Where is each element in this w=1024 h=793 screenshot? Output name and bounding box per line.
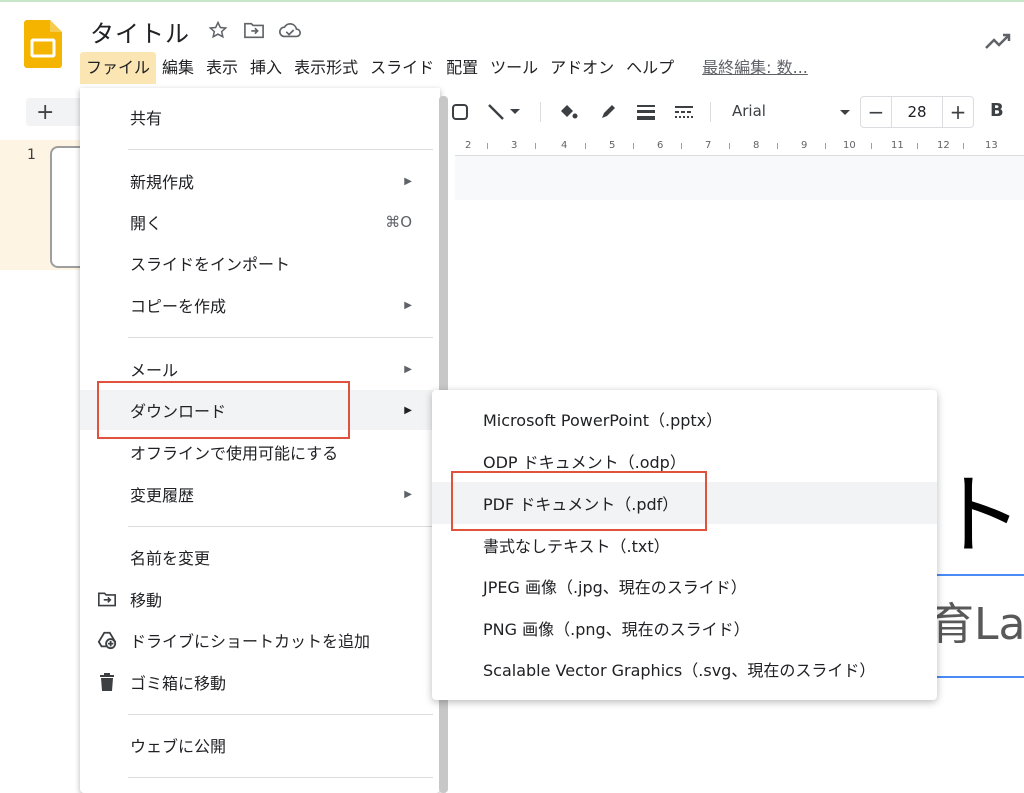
menu-item-rename[interactable]: 名前を変更 [80, 537, 440, 577]
menu-arrange[interactable]: 配置 [440, 52, 484, 84]
cloud-saved-icon[interactable] [278, 18, 302, 42]
menu-item-new[interactable]: 新規作成 ▶ [80, 161, 440, 201]
line-dropdown-icon[interactable] [508, 100, 522, 124]
document-title[interactable]: タイトル [90, 14, 190, 49]
line-icon[interactable] [484, 100, 508, 124]
plus-icon: + [36, 99, 55, 125]
menu-item-trash[interactable]: ゴミ箱に移動 [80, 662, 440, 702]
drive-shortcut-icon [97, 630, 117, 650]
font-size-input[interactable]: 28 [891, 97, 943, 127]
download-svg[interactable]: Scalable Vector Graphics（.svg、現在のスライド） [432, 648, 937, 690]
ruler-label: 6 [657, 140, 664, 151]
menu-item-share[interactable]: 共有 [80, 97, 440, 137]
ruler-label: 8 [753, 140, 760, 151]
slides-logo-icon[interactable] [24, 20, 62, 68]
menu-item-import-slides[interactable]: スライドをインポート [80, 243, 440, 283]
font-family-select[interactable]: Arial [722, 96, 850, 126]
ruler-label: 9 [801, 140, 808, 151]
last-edit-link[interactable]: 最終編集: 数... [696, 52, 814, 84]
ruler-label: 13 [985, 140, 998, 151]
menu-format[interactable]: 表示形式 [288, 52, 364, 84]
fill-color-icon[interactable] [556, 100, 580, 124]
font-family-value: Arial [732, 102, 766, 120]
menu-bar: ファイル 編集 表示 挿入 表示形式 スライド 配置 ツール アドオン ヘルプ … [80, 52, 814, 84]
menu-item-make-copy[interactable]: コピーを作成 ▶ [80, 285, 440, 325]
slide-title-text[interactable]: ト [935, 445, 1023, 572]
download-pptx[interactable]: Microsoft PowerPoint（.pptx） [432, 398, 937, 440]
submenu-arrow-icon: ▶ [404, 363, 412, 375]
top-accent-line [0, 0, 1024, 2]
move-folder-icon [97, 589, 117, 609]
menu-tools[interactable]: ツール [484, 52, 544, 84]
file-menu: 共有 新規作成 ▶ 開く ⌘O スライドをインポート コピーを作成 ▶ メール ▶ ダウ… [80, 88, 440, 793]
menu-insert[interactable]: 挿入 [244, 52, 288, 84]
new-slide-button[interactable]: + [26, 98, 84, 126]
slide-subtitle-text[interactable]: 育La [930, 588, 1024, 652]
shape-icon[interactable] [448, 100, 472, 124]
menu-item-add-shortcut[interactable]: ドライブにショートカットを追加 [80, 620, 440, 660]
font-size-stepper: − 28 + [860, 96, 974, 128]
download-png[interactable]: PNG 画像（.png、現在のスライド） [432, 607, 937, 649]
bold-button[interactable]: B [990, 100, 1004, 121]
menu-file[interactable]: ファイル [80, 52, 157, 84]
download-jpg[interactable]: JPEG 画像（.jpg、現在のスライド） [432, 565, 937, 607]
download-annotation-box [97, 381, 350, 439]
submenu-arrow-icon: ▶ [404, 404, 412, 416]
ruler-label: 3 [511, 140, 518, 151]
menu-edit[interactable]: 編集 [156, 52, 200, 84]
ruler-label: 4 [561, 140, 568, 151]
menu-item-move[interactable]: 移動 [80, 579, 440, 619]
move-folder-icon[interactable] [242, 18, 266, 42]
submenu-arrow-icon: ▶ [404, 488, 412, 500]
menu-slide[interactable]: スライド [364, 52, 440, 84]
ruler-label: 12 [937, 140, 950, 151]
font-dropdown-icon [840, 102, 850, 120]
trash-icon [97, 672, 117, 692]
open-shortcut: ⌘O [385, 213, 412, 231]
submenu-arrow-icon: ▶ [404, 299, 412, 311]
slide-number: 1 [27, 147, 36, 163]
horizontal-ruler: 2 3 4 5 6 7 8 9 10 11 12 13 [455, 137, 1024, 156]
ruler-label: 10 [843, 140, 856, 151]
star-icon[interactable] [206, 18, 230, 42]
menu-help[interactable]: ヘルプ [620, 52, 680, 84]
menu-view[interactable]: 表示 [200, 52, 244, 84]
ruler-label: 5 [609, 140, 616, 151]
border-dash-icon[interactable] [672, 100, 696, 124]
ruler-label: 2 [465, 140, 472, 151]
border-weight-icon[interactable] [634, 100, 658, 124]
ruler-label: 7 [705, 140, 712, 151]
border-color-icon[interactable] [596, 100, 620, 124]
download-submenu: Microsoft PowerPoint（.pptx） ODP ドキュメント（.… [432, 390, 937, 700]
font-size-decrease-button[interactable]: − [861, 97, 891, 127]
pdf-annotation-box [451, 471, 707, 531]
menu-addons[interactable]: アドオン [544, 52, 620, 84]
ruler-label: 11 [891, 140, 904, 151]
submenu-arrow-icon: ▶ [404, 175, 412, 187]
menu-item-open[interactable]: 開く ⌘O [80, 202, 440, 242]
menu-item-version-history[interactable]: 変更履歴 ▶ [80, 474, 440, 514]
activity-trend-icon[interactable] [984, 30, 1014, 54]
font-size-increase-button[interactable]: + [943, 97, 973, 127]
menu-item-publish[interactable]: ウェブに公開 [80, 725, 440, 765]
